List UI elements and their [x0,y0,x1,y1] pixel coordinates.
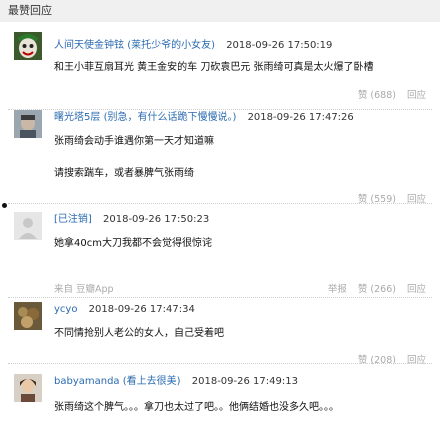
user-signature: (莱托少爷的小女友) [127,40,215,51]
comment-item: ycyo 2018-09-26 17:47:34 不同情抢别人老公的女人，自己受… [0,298,440,366]
username-link[interactable]: babyamanda [54,376,120,387]
comment-item: 曙光塔5层 (别急，有什么话跪下慢慢说。) 2018-09-26 17:47:2… [0,110,440,205]
username-link[interactable]: 人间天使金钟铉 [54,40,124,51]
username-link[interactable]: ycyo [54,304,77,315]
section-header: 最赞回应 [0,0,440,22]
user-avatar-icon[interactable] [14,110,42,138]
source-app: 来自 豆瓣App [54,284,114,295]
reply-button[interactable]: 回应 [407,284,426,295]
comment-time: 2018-09-26 17:47:26 [247,112,354,123]
comment-time: 2018-09-26 17:49:13 [191,376,298,387]
user-avatar-icon[interactable] [14,374,42,402]
like-button[interactable]: 赞 (688) [358,90,396,101]
comment-time: 2018-09-26 17:50:23 [103,214,210,225]
comment-meta: ycyo 2018-09-26 17:47:34 [54,304,195,316]
comment-item: babyamanda (看上去很美) 2018-09-26 17:49:13 张… [0,364,440,422]
username-link[interactable]: 曙光塔5层 [54,112,100,123]
like-button[interactable]: 赞 (266) [358,284,396,295]
comment-text: 请搜索踹车，或者暴脾气张雨绮 [54,168,194,179]
report-button[interactable]: 举报 [328,284,347,295]
username-link[interactable]: [已注销] [54,214,92,225]
user-signature: (看上去很美) [122,376,181,387]
user-avatar-icon[interactable] [14,302,42,330]
comment-text: 不同情抢别人老公的女人，自己受着吧 [54,328,224,339]
comment-text: 张雨绮会动手谁遇你第一天才知道嘛 [54,136,214,147]
comment-text: 她拿40cm大刀我都不会觉得很惊诧 [54,238,212,249]
comment-item: 人间天使金钟铉 (莱托少爷的小女友) 2018-09-26 17:50:19 和… [0,22,440,110]
reply-button[interactable]: 回应 [407,90,426,101]
comment-item: [已注销] 2018-09-26 17:50:23 她拿40cm大刀我都不会觉得… [0,204,440,298]
comment-time: 2018-09-26 17:50:19 [226,40,333,51]
comment-meta: 曙光塔5层 (别急，有什么话跪下慢慢说。) 2018-09-26 17:47:2… [54,112,354,124]
comment-time: 2018-09-26 17:47:34 [88,304,195,315]
comment-actions: 举报 赞 (266) 回应 [328,284,426,296]
default-avatar-icon[interactable] [14,212,42,240]
comment-actions: 赞 (688) 回应 [358,90,426,102]
comment-meta: [已注销] 2018-09-26 17:50:23 [54,214,209,226]
comment-text: 和王小菲互扇耳光 黄王金安的车 刀砍袁巴元 张雨绮可真是太火爆了卧槽 [54,62,374,73]
comment-meta: babyamanda (看上去很美) 2018-09-26 17:49:13 [54,376,298,388]
user-signature: (别急，有什么话跪下慢慢说。) [103,112,237,123]
comment-meta: 人间天使金钟铉 (莱托少爷的小女友) 2018-09-26 17:50:19 [54,40,332,52]
comment-text: 张雨绮这个脾气。。。拿刀也太过了吧。。他俩结婚也没多久吧。。。 [54,402,339,413]
user-avatar-icon[interactable] [14,32,42,60]
